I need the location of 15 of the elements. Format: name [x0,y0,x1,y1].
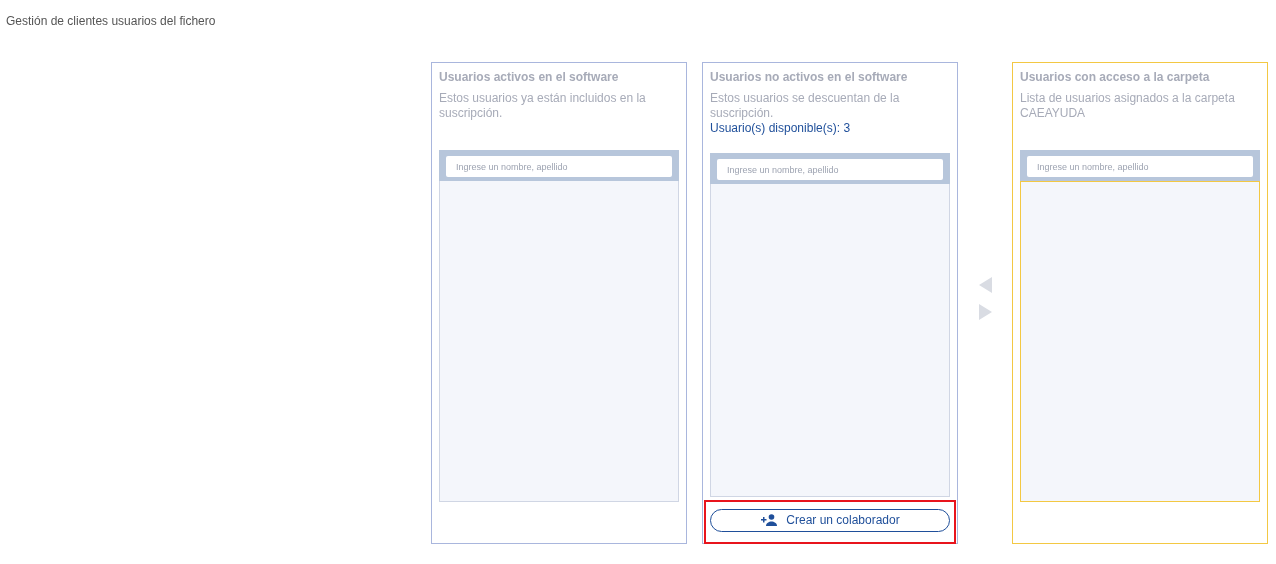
panel-title: Usuarios con acceso a la carpeta [1020,70,1211,84]
add-person-icon [760,514,779,526]
left-arrow-icon[interactable] [978,276,992,293]
available-count: Usuario(s) disponible(s): 3 [710,121,852,136]
search-field[interactable]: Ingrese un nombre, apellido [717,159,943,180]
create-collaborator-button[interactable]: Crear un colaborador [710,508,950,532]
search-field[interactable]: Ingrese un nombre, apellido [1027,156,1253,177]
page-title: Gestión de clientes usuarios del fichero [6,14,216,28]
panel-description: Estos usuarios se descuentan de la suscripción. [710,91,901,121]
right-arrow-icon[interactable] [978,303,992,320]
panel-title: Usuarios activos en el software [439,70,620,84]
panel-title: Usuarios no activos en el software [710,70,909,84]
panel-description: Estos usuarios ya están incluidos en la suscripción. [439,91,647,121]
search-field[interactable]: Ingrese un nombre, apellido [446,156,672,177]
panel-description: Lista de usuarios asignados a la carpeta CAEAYUDA [1020,91,1236,121]
